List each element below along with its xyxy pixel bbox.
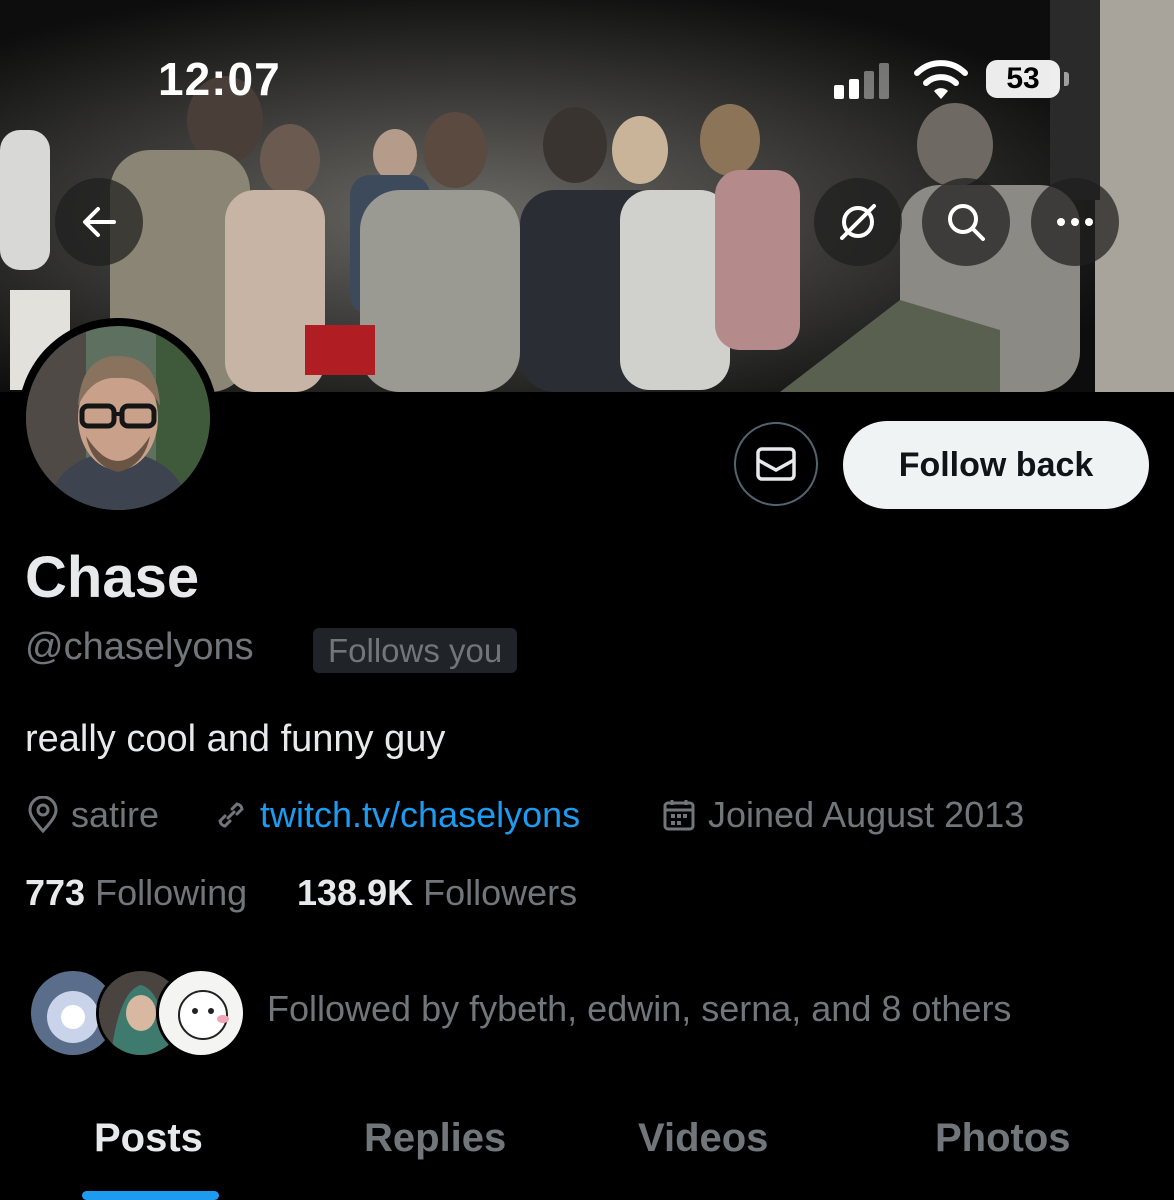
location-pin-icon — [28, 796, 58, 834]
profile-bio: really cool and funny guy — [25, 718, 446, 760]
website-link[interactable]: twitch.tv/chaselyons — [260, 794, 580, 836]
avatar-image — [26, 326, 210, 510]
envelope-icon — [756, 447, 796, 481]
profile-location: satire — [25, 792, 159, 838]
wifi-icon — [914, 60, 968, 99]
profile-website[interactable]: twitch.tv/chaselyons — [212, 792, 580, 838]
follower-avatar — [156, 968, 246, 1058]
followers-stat[interactable]: 138.9K Followers — [297, 872, 577, 914]
status-time: 12:07 — [158, 53, 281, 105]
profile-avatar[interactable] — [18, 318, 218, 518]
active-tab-indicator — [82, 1191, 219, 1200]
joined-text: Joined August 2013 — [708, 794, 1025, 835]
following-stat[interactable]: 773 Following — [25, 872, 247, 914]
user-handle: @chaselyons — [25, 626, 254, 668]
follow-back-button[interactable]: Follow back — [843, 421, 1149, 509]
link-icon — [218, 802, 244, 828]
battery-indicator: 53 — [986, 60, 1060, 98]
location-text: satire — [71, 794, 160, 835]
followers-count: 138.9K — [297, 872, 414, 913]
grok-button[interactable] — [814, 178, 902, 266]
battery-nub — [1064, 72, 1069, 86]
profile-joined-date: Joined August 2013 — [660, 792, 1024, 838]
calendar-icon — [663, 800, 695, 831]
message-button[interactable] — [734, 422, 818, 506]
tab-videos[interactable]: Videos — [638, 1116, 768, 1161]
cellular-signal-icon — [834, 63, 896, 99]
followed-by-text[interactable]: Followed by fybeth, edwin, serna, and 8 … — [267, 988, 1011, 1030]
following-label: Following — [95, 872, 248, 913]
search-button[interactable] — [922, 178, 1010, 266]
tab-replies[interactable]: Replies — [364, 1116, 506, 1161]
back-button[interactable] — [55, 178, 143, 266]
display-name: Chase — [25, 545, 200, 610]
grok-icon — [840, 204, 876, 240]
followers-label: Followers — [423, 872, 578, 913]
more-icon — [1057, 218, 1093, 226]
follows-you-badge: Follows you — [313, 628, 518, 673]
tab-photos[interactable]: Photos — [935, 1116, 1071, 1161]
tab-posts[interactable]: Posts — [94, 1116, 203, 1161]
following-count: 773 — [25, 872, 86, 913]
back-arrow-icon — [83, 207, 116, 237]
search-icon — [948, 204, 985, 241]
more-button[interactable] — [1031, 178, 1119, 266]
